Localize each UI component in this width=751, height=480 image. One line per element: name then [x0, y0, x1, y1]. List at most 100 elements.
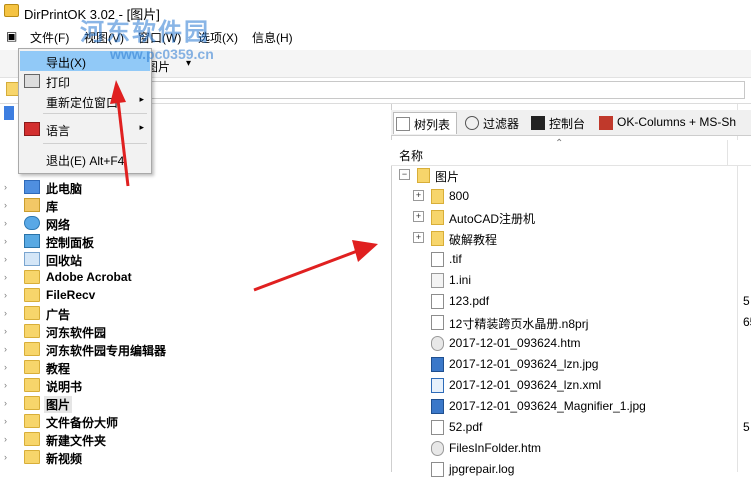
expand-arrow-icon[interactable]: ›	[4, 452, 7, 462]
file-icon	[431, 252, 444, 267]
expand-icon[interactable]: +	[413, 211, 424, 222]
tree-item-label: 控制面板	[46, 236, 95, 250]
expand-arrow-icon[interactable]: ›	[4, 416, 7, 426]
folder-icon	[24, 414, 40, 428]
file-row[interactable]: 2017-12-01_093624.htm	[391, 333, 751, 354]
folder-icon	[24, 432, 40, 446]
file-row[interactable]: + 破解教程	[391, 228, 751, 249]
watermark-logo: 河东软件园	[80, 17, 210, 46]
file-size: 5	[743, 420, 750, 434]
folder-icon	[24, 288, 40, 302]
folder-icon	[24, 306, 40, 320]
folder-icon	[431, 189, 444, 204]
expand-arrow-icon[interactable]: ›	[4, 326, 7, 336]
tree-item[interactable]: › 文件备份大师	[0, 412, 390, 430]
tree-item[interactable]: › 说明书	[0, 376, 390, 394]
tree-list-icon	[396, 117, 410, 131]
file-row[interactable]: 12寸精装跨页水晶册.n8prj 65	[391, 312, 751, 333]
expand-arrow-icon[interactable]: ›	[4, 272, 7, 282]
expand-arrow-icon[interactable]: ›	[4, 434, 7, 444]
file-name: 52.pdf	[449, 420, 483, 434]
file-row[interactable]: jpgrepair.log	[391, 459, 751, 480]
tree-item[interactable]: › FileRecv	[0, 286, 390, 304]
folder-icon	[431, 210, 444, 225]
expand-arrow-icon[interactable]: ›	[4, 254, 7, 264]
pdf-icon	[431, 420, 444, 435]
tree-item-label: 图片	[44, 396, 73, 413]
tree-item-label: 此电脑	[46, 182, 83, 196]
tree-item[interactable]: › 广告	[0, 304, 390, 322]
file-row[interactable]: 123.pdf 5	[391, 291, 751, 312]
tree-item[interactable]: › 库	[0, 196, 390, 214]
file-row[interactable]: − 图片	[391, 165, 751, 186]
pc-icon	[24, 180, 40, 194]
columns-icon	[599, 116, 613, 130]
image-icon	[431, 357, 444, 372]
menu-file[interactable]: 文件(F)	[28, 29, 71, 46]
tree-item-label: 教程	[46, 362, 71, 376]
menu-item-print[interactable]: 打印	[20, 71, 150, 91]
menu-separator	[43, 113, 147, 114]
tree-item-label: 河东软件园专用编辑器	[46, 344, 167, 358]
folder-icon	[24, 270, 40, 284]
expand-arrow-icon[interactable]: ›	[4, 380, 7, 390]
tree-item[interactable]: › 教程	[0, 358, 390, 376]
menu-item-language[interactable]: 语言 ▸	[20, 119, 150, 139]
submenu-arrow-icon: ▸	[139, 94, 144, 104]
expand-arrow-icon[interactable]: ›	[4, 236, 7, 246]
expand-arrow-icon[interactable]: ›	[4, 200, 7, 210]
file-row[interactable]: .tif	[391, 249, 751, 270]
file-size: 65	[743, 315, 751, 329]
tree-item[interactable]: › 网络	[0, 214, 390, 232]
tab-ok-columns[interactable]: OK-Columns + MS-Sh	[597, 112, 751, 134]
file-row[interactable]: 2017-12-01_093624_Magnifier_1.jpg	[391, 396, 751, 417]
file-row[interactable]: + AutoCAD注册机	[391, 207, 751, 228]
expand-arrow-icon[interactable]: ›	[4, 290, 7, 300]
console-icon	[531, 116, 545, 130]
tab-console[interactable]: 控制台	[529, 112, 591, 134]
expand-arrow-icon[interactable]: ›	[4, 398, 7, 408]
header-divider[interactable]	[727, 140, 728, 166]
expand-arrow-icon[interactable]: ›	[4, 218, 7, 228]
file-row[interactable]: 2017-12-01_093624_lzn.jpg	[391, 354, 751, 375]
tree-item[interactable]: › 新视频	[0, 448, 390, 466]
expand-icon[interactable]: +	[413, 232, 424, 243]
folder-icon	[417, 168, 430, 183]
collapse-icon[interactable]: −	[399, 169, 410, 180]
tree-item[interactable]: › 河东软件园	[0, 322, 390, 340]
folder-icon	[24, 396, 40, 410]
expand-arrow-icon[interactable]: ›	[4, 344, 7, 354]
expand-arrow-icon[interactable]: ›	[4, 362, 7, 372]
folder-icon	[24, 324, 40, 338]
tree-item[interactable]: › Adobe Acrobat	[0, 268, 390, 286]
file-row[interactable]: +800	[391, 186, 751, 207]
tree-item-label: 说明书	[46, 380, 83, 394]
menu-item-reposition[interactable]: 重新定位窗口 ▸	[20, 91, 150, 111]
tab-tree-list[interactable]: 树列表	[393, 112, 457, 134]
tree-item[interactable]: › 控制面板	[0, 232, 390, 250]
expand-icon[interactable]: +	[413, 190, 424, 201]
menu-item-exit[interactable]: 退出(E) Alt+F4	[20, 149, 150, 169]
tree-item-label: 新建文件夹	[46, 434, 107, 448]
tree-item[interactable]: › 河东软件园专用编辑器	[0, 340, 390, 358]
tab-filter[interactable]: 过滤器	[463, 112, 525, 134]
file-name: 2017-12-01_093624_Magnifier_1.jpg	[449, 399, 646, 413]
submenu-arrow-icon: ▸	[139, 122, 144, 132]
filter-icon	[465, 116, 479, 130]
expand-arrow-icon[interactable]: ›	[4, 182, 7, 192]
export-icon	[24, 54, 40, 68]
file-row[interactable]: 1.ini	[391, 270, 751, 291]
file-row[interactable]: FilesInFolder.htm	[391, 438, 751, 459]
tree-item[interactable]: › 新建文件夹	[0, 430, 390, 448]
file-row[interactable]: 2017-12-01_093624_lzn.xml	[391, 375, 751, 396]
tree-item[interactable]: › 图片	[0, 394, 390, 413]
tree-item[interactable]: › 此电脑	[0, 178, 390, 196]
menu-info[interactable]: 信息(H)	[250, 29, 295, 46]
control-panel-icon	[24, 234, 40, 248]
file-name: 图片	[435, 170, 460, 184]
tree-item[interactable]: › 回收站	[0, 250, 390, 268]
file-name: FilesInFolder.htm	[449, 441, 542, 455]
column-name-header[interactable]: 名称	[399, 147, 423, 164]
expand-arrow-icon[interactable]: ›	[4, 308, 7, 318]
file-row[interactable]: 52.pdf 5	[391, 417, 751, 438]
